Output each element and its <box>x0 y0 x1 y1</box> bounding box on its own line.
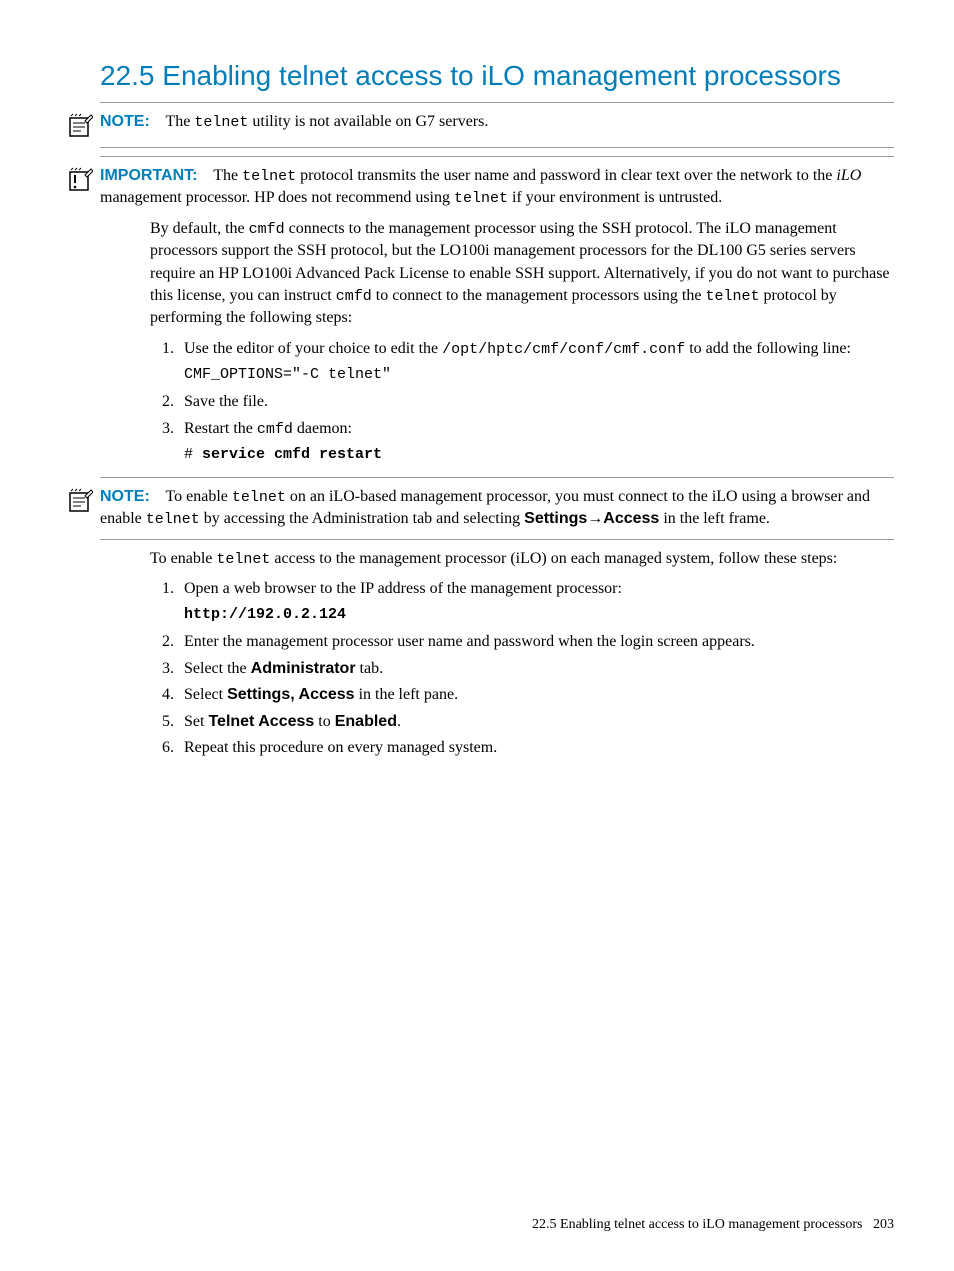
bold-text: Settings <box>524 510 587 527</box>
footer-text: 22.5 Enabling telnet access to iLO manag… <box>532 1217 862 1232</box>
note-body: NOTE: To enable telnet on an iLO-based m… <box>100 486 894 531</box>
text: Restart the <box>184 420 257 437</box>
list-item: Use the editor of your choice to edit th… <box>178 338 894 385</box>
inline-code: cmfd <box>249 221 285 238</box>
note-text: The <box>166 113 195 130</box>
note-icon <box>60 486 100 514</box>
important-admonition: IMPORTANT: The telnet protocol transmits… <box>100 156 894 210</box>
note-body: NOTE: The telnet utility is not availabl… <box>100 111 894 133</box>
text: if your environment is untrusted. <box>508 189 722 206</box>
text: daemon: <box>293 420 352 437</box>
list-item: Restart the cmfd daemon: # service cmfd … <box>178 418 894 465</box>
paragraph: To enable telnet access to the managemen… <box>150 548 894 570</box>
text: in the left frame. <box>659 510 770 527</box>
important-icon <box>60 165 100 193</box>
list-item: Repeat this procedure on every managed s… <box>178 737 894 759</box>
text: in the left pane. <box>355 686 459 703</box>
divider <box>100 539 894 540</box>
ordered-list-1: Use the editor of your choice to edit th… <box>150 338 894 465</box>
inline-code: telnet <box>242 168 296 185</box>
bold-text: Enabled <box>335 713 397 730</box>
text: tab. <box>356 660 384 677</box>
list-item: Save the file. <box>178 391 894 413</box>
inline-code: telnet <box>146 511 200 528</box>
inline-code: telnet <box>454 190 508 207</box>
inline-code: /opt/hptc/cmf/conf/cmf.conf <box>442 341 685 358</box>
paragraph: By default, the cmfd connects to the man… <box>150 218 894 330</box>
code-block: # service cmfd restart <box>184 444 894 465</box>
list-item: Set Telnet Access to Enabled. <box>178 711 894 733</box>
text: Set <box>184 713 208 730</box>
text: to <box>314 713 334 730</box>
text: Select <box>184 686 227 703</box>
section-heading: 22.5 Enabling telnet access to iLO manag… <box>100 60 894 92</box>
inline-code: telnet <box>705 288 759 305</box>
text: Open a web browser to the IP address of … <box>184 580 622 597</box>
note-icon <box>60 111 100 139</box>
page-footer: 22.5 Enabling telnet access to iLO manag… <box>532 1217 894 1233</box>
text: The <box>213 167 242 184</box>
note-text: utility is not available on G7 servers. <box>248 113 488 130</box>
text: protocol transmits the user name and pas… <box>296 167 836 184</box>
text: . <box>397 713 401 730</box>
note-admonition-2: NOTE: To enable telnet on an iLO-based m… <box>100 477 894 531</box>
text: Select the <box>184 660 251 677</box>
text: to connect to the management processors … <box>372 287 706 304</box>
list-item: Enter the management processor user name… <box>178 631 894 653</box>
text: To enable <box>166 488 232 505</box>
inline-code: telnet <box>232 489 286 506</box>
inline-code: telnet <box>194 114 248 131</box>
inline-code: telnet <box>216 551 270 568</box>
code-block: CMF_OPTIONS="-C telnet" <box>184 364 894 385</box>
inline-code: cmfd <box>257 421 293 438</box>
note-label: NOTE: <box>100 113 150 130</box>
text: by accessing the Administration tab and … <box>200 510 524 527</box>
text: By default, the <box>150 220 249 237</box>
list-item: Select the Administrator tab. <box>178 658 894 680</box>
text: access to the management processor (iLO)… <box>270 550 837 567</box>
list-item: Select Settings, Access in the left pane… <box>178 684 894 706</box>
page-number: 203 <box>873 1217 894 1232</box>
text: to add the following line: <box>685 340 851 357</box>
text: To enable <box>150 550 216 567</box>
note-label: NOTE: <box>100 488 150 505</box>
important-label: IMPORTANT: <box>100 167 197 184</box>
bold-text: Administrator <box>251 660 356 677</box>
list-item: Open a web browser to the IP address of … <box>178 578 894 625</box>
text: management processor. HP does not recomm… <box>100 189 454 206</box>
text: Use the editor of your choice to edit th… <box>184 340 442 357</box>
arrow: → <box>587 510 603 527</box>
bold-text: Access <box>603 510 659 527</box>
inline-code: cmfd <box>336 288 372 305</box>
note-admonition-1: NOTE: The telnet utility is not availabl… <box>100 102 894 148</box>
italic-text: iLO <box>836 167 861 184</box>
important-body: IMPORTANT: The telnet protocol transmits… <box>100 165 894 210</box>
bold-text: Telnet Access <box>208 713 314 730</box>
code-block: http://192.0.2.124 <box>184 604 894 625</box>
ordered-list-2: Open a web browser to the IP address of … <box>150 578 894 759</box>
bold-text: Settings, Access <box>227 686 354 703</box>
